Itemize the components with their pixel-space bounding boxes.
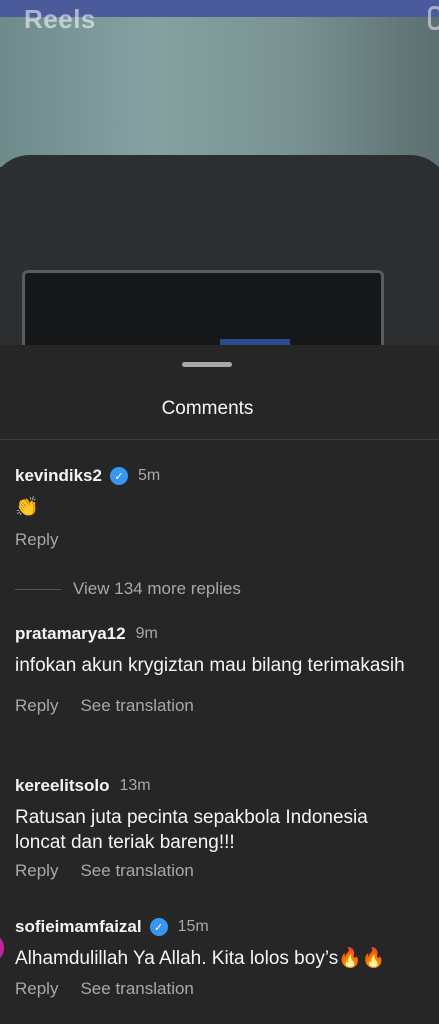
verified-badge-icon: ✓	[109, 467, 128, 485]
view-more-replies[interactable]: View 134 more replies	[15, 579, 241, 599]
comment-text: infokan akun krygiztan mau bilang terima…	[15, 655, 405, 676]
verified-badge-icon: ✓	[149, 918, 168, 936]
comment-item: kereelitsolo 13m Ratusan juta pecinta se…	[15, 775, 435, 881]
reply-button[interactable]: Reply	[15, 979, 58, 999]
divider	[0, 439, 439, 440]
comment-username[interactable]: kevindiks2	[15, 466, 102, 486]
comment-username[interactable]: sofieimamfaizal	[15, 917, 142, 937]
video-frame-monitor	[22, 270, 384, 345]
reply-button[interactable]: Reply	[15, 530, 58, 550]
reel-video[interactable]: Reels	[0, 0, 439, 345]
comment-time: 5m	[137, 467, 161, 484]
comment-username[interactable]: kereelitsolo	[15, 776, 110, 796]
reels-title: Reels	[24, 4, 96, 34]
comment-text: Alhamdulillah Ya Allah. Kita lolos boy’s…	[15, 948, 386, 969]
see-translation-button[interactable]: See translation	[80, 861, 193, 881]
comment-text: 👏	[15, 497, 39, 518]
reply-button[interactable]: Reply	[15, 696, 58, 716]
see-translation-button[interactable]: See translation	[80, 696, 193, 716]
comment-time: 15m	[177, 918, 209, 935]
comments-sheet: Comments kevindiks2 ✓ 5m 👏 Reply View 13…	[0, 345, 439, 1024]
reply-button[interactable]: Reply	[15, 861, 58, 881]
camera-icon[interactable]	[428, 6, 439, 30]
view-replies-label[interactable]: View 134 more replies	[73, 579, 241, 599]
comment-text: Ratusan juta pecinta sepakbola Indonesia…	[15, 807, 368, 853]
comment-time: 9m	[135, 625, 158, 642]
sheet-title: Comments	[161, 398, 254, 419]
comment-item: sofieimamfaizal ✓ 15m Alhamdulillah Ya A…	[15, 916, 435, 999]
video-frame-wall	[0, 17, 439, 167]
comment-time: 13m	[119, 777, 151, 794]
comment-username[interactable]: pratamarya12	[15, 624, 126, 644]
comment-item: pratamarya12 9m infokan akun krygiztan m…	[15, 623, 435, 716]
see-translation-button[interactable]: See translation	[80, 979, 193, 999]
comment-item: kevindiks2 ✓ 5m 👏 Reply	[15, 465, 435, 550]
replies-line	[15, 588, 61, 590]
avatar[interactable]	[0, 937, 4, 959]
drag-handle[interactable]	[182, 362, 232, 367]
